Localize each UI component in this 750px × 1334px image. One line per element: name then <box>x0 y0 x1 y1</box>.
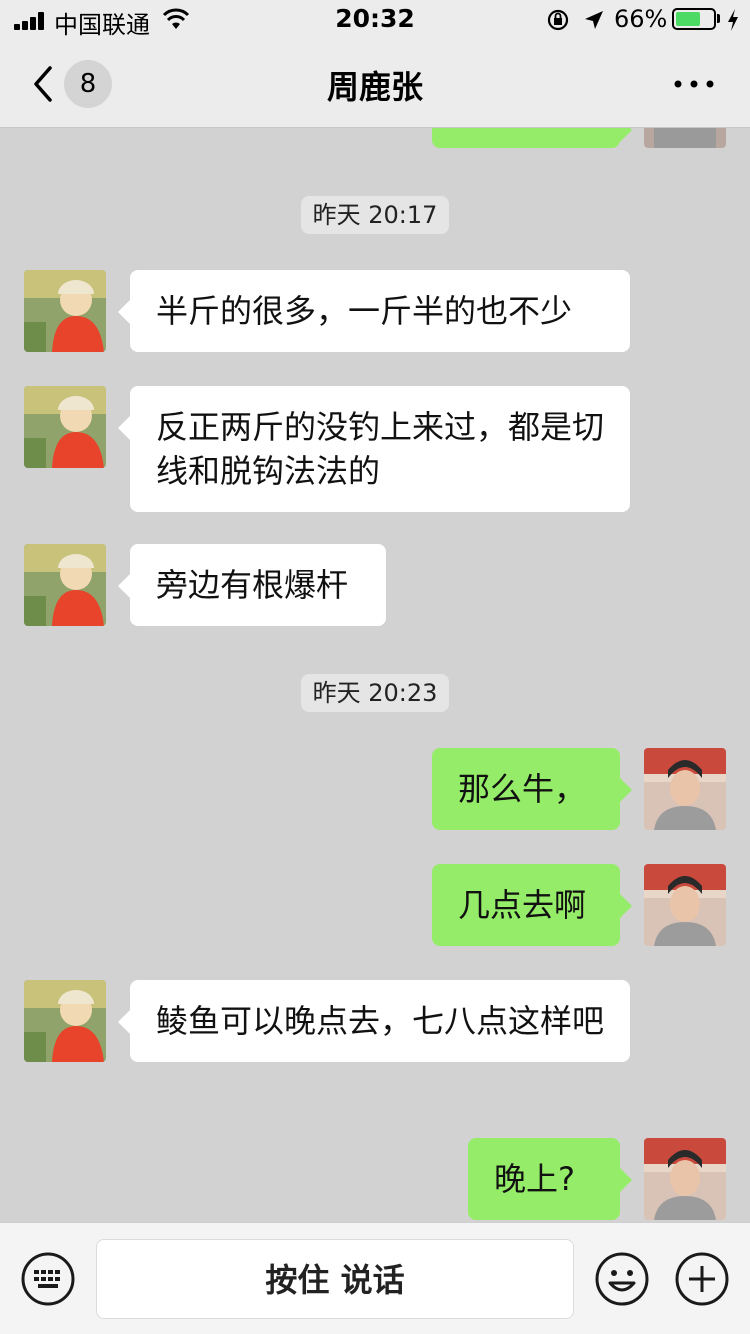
plus-more-icon[interactable] <box>674 1251 730 1307</box>
status-bar: 中国联通 20:32 66% <box>0 0 750 40</box>
received-message-bubble[interactable]: 鲮鱼可以晚点去，七八点这样吧 <box>118 980 630 1062</box>
more-options-icon[interactable] <box>672 74 716 94</box>
message-list[interactable]: 昨天 20:17 半斤的很多，一斤半的也不少 反正两斤的没钓上来过，都是切线和脱… <box>0 128 750 1222</box>
contact-avatar[interactable] <box>24 270 106 352</box>
battery-nub <box>717 14 720 23</box>
keyboard-toggle-icon[interactable] <box>20 1251 76 1307</box>
battery-icon <box>672 8 716 30</box>
battery-level-fill <box>676 12 700 26</box>
rotation-lock-icon <box>547 9 569 31</box>
timestamp-text: 昨天 20:23 <box>300 674 450 712</box>
hold-to-talk-button[interactable]: 按住 说话 <box>96 1239 574 1319</box>
battery-percentage: 66% <box>614 5 668 33</box>
sent-message-bubble[interactable]: 几点去啊 <box>432 864 632 946</box>
contact-avatar[interactable] <box>24 544 106 626</box>
charging-bolt-icon <box>728 9 738 31</box>
timestamp-text: 昨天 20:17 <box>300 196 450 234</box>
received-message-bubble[interactable]: 旁边有根爆杆 <box>118 544 386 626</box>
my-avatar[interactable] <box>644 748 726 830</box>
input-toolbar: 按住 说话 <box>0 1222 750 1334</box>
contact-avatar[interactable] <box>24 386 106 468</box>
timestamp-divider: 昨天 20:17 <box>0 196 750 234</box>
received-message-bubble[interactable]: 反正两斤的没钓上来过，都是切线和脱钩法法的 <box>118 386 630 512</box>
emoji-icon[interactable] <box>594 1251 650 1307</box>
contact-avatar[interactable] <box>24 980 106 1062</box>
chat-header: 8 周鹿张 <box>0 40 750 128</box>
sent-message-bubble[interactable]: 晚上? <box>468 1138 632 1220</box>
my-avatar[interactable] <box>644 128 726 148</box>
timestamp-divider: 昨天 20:23 <box>0 674 750 712</box>
my-avatar[interactable] <box>644 1138 726 1220</box>
my-avatar[interactable] <box>644 864 726 946</box>
sent-message-bubble[interactable]: 那么牛， <box>432 748 632 830</box>
previous-message-bubble[interactable] <box>432 128 632 148</box>
received-message-bubble[interactable]: 半斤的很多，一斤半的也不少 <box>118 270 630 352</box>
chat-title: 周鹿张 <box>326 68 423 106</box>
location-arrow-icon <box>585 11 603 29</box>
